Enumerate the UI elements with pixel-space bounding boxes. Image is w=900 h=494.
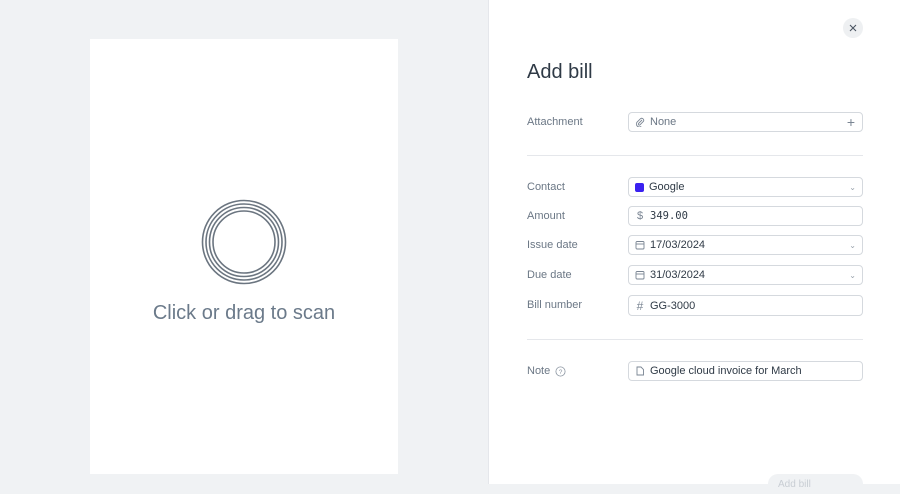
hash-icon: # [636,298,644,313]
amount-input[interactable]: $ 349.00 [628,206,863,226]
scan-rings-icon [201,199,287,285]
add-bill-panel: Add bill Attachment None + Contact Googl… [488,0,900,494]
scan-area: Click or drag to scan [0,0,488,484]
close-button[interactable] [843,18,863,38]
calendar-icon [635,270,645,280]
divider [527,155,863,156]
note-input[interactable]: Google cloud invoice for March [628,361,863,381]
add-bill-button[interactable]: Add bill [768,474,863,494]
scan-prompt: Click or drag to scan [152,302,336,324]
attachment-value: None [650,116,677,128]
issue-date-value: 17/03/2024 [650,239,706,251]
attachment-label: Attachment [527,116,583,128]
issue-date-picker[interactable]: 17/03/2024 ⌄ [628,235,863,255]
note-value: Google cloud invoice for March [650,365,802,377]
attachment-field[interactable]: None + [628,112,863,132]
bill-number-label: Bill number [527,299,583,311]
paperclip-icon [635,117,645,127]
page-title: Add bill [527,61,593,83]
svg-text:?: ? [559,369,563,376]
document-icon [635,366,645,376]
note-label-text: Note [527,365,551,377]
close-icon [849,24,857,32]
contact-label: Contact [527,181,565,193]
contact-value: Google [649,181,685,193]
bill-number-input[interactable]: # GG-3000 [628,295,863,316]
chevron-down-icon: ⌄ [849,182,856,192]
divider [527,339,863,340]
contact-select[interactable]: Google ⌄ [628,177,863,197]
due-date-value: 31/03/2024 [650,269,706,281]
help-icon[interactable]: ? [555,366,566,377]
plus-icon[interactable]: + [846,114,856,130]
chevron-down-icon: ⌄ [849,240,856,250]
calendar-icon [635,240,645,250]
issue-date-label: Issue date [527,239,578,251]
due-date-picker[interactable]: 31/03/2024 ⌄ [628,265,863,285]
due-date-label: Due date [527,269,572,281]
chevron-down-icon: ⌄ [849,270,856,280]
note-label: Note ? [527,365,566,377]
amount-value: 349.00 [650,210,688,222]
scan-dropzone[interactable]: Click or drag to scan [90,39,398,474]
contact-color-swatch [635,182,644,192]
amount-label: Amount [527,210,565,222]
dollar-icon: $ [636,210,644,222]
bill-number-value: GG-3000 [650,299,696,312]
